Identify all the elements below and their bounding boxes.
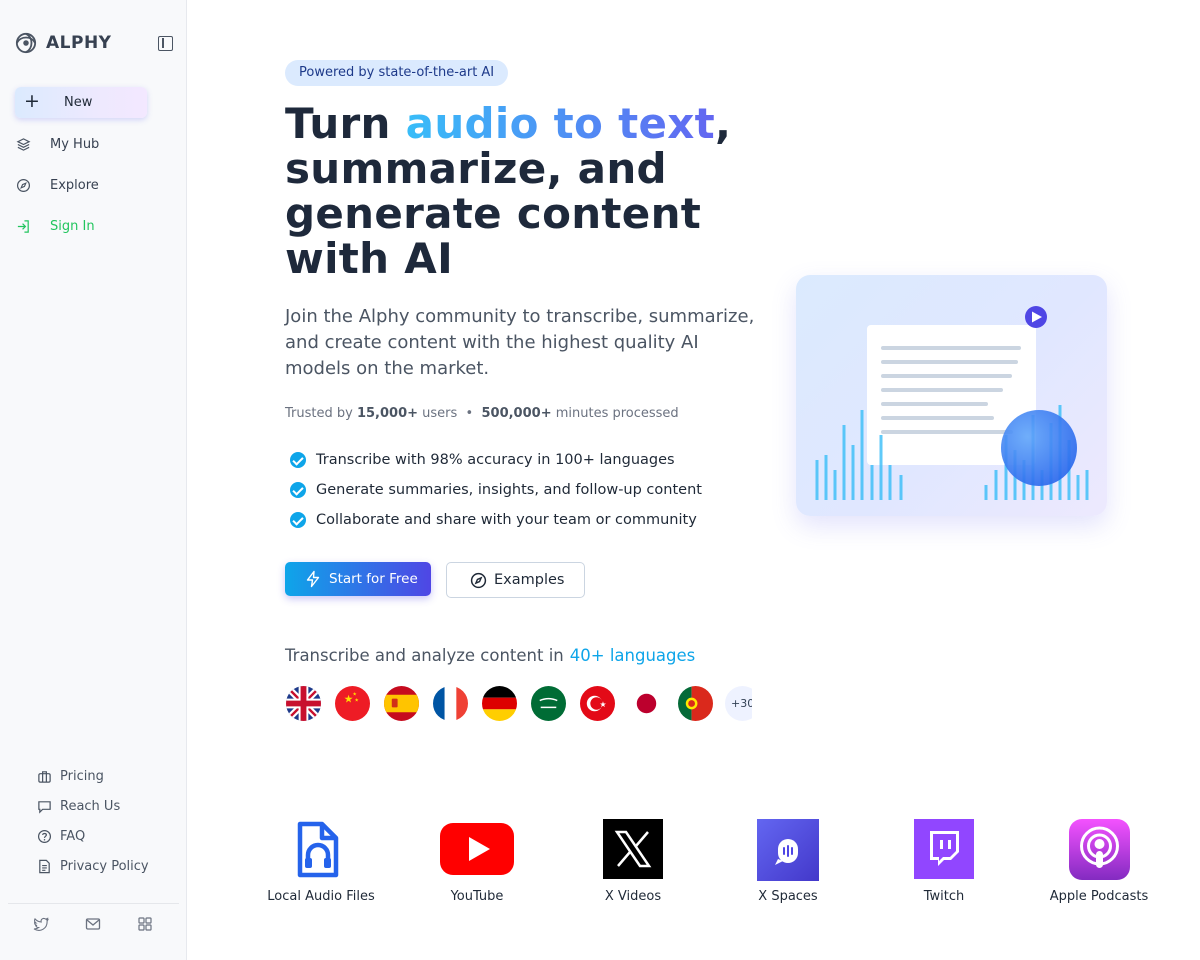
feature-list: Transcribe with 98% accuracy in 100+ lan… <box>290 450 702 540</box>
minutes-label: minutes processed <box>551 406 679 421</box>
briefcase-icon <box>38 771 51 783</box>
stats-separator: • <box>465 406 474 421</box>
question-icon <box>37 829 52 844</box>
sidebar-item-label: My Hub <box>50 136 100 152</box>
hero-subtext: Join the Alphy community to transcribe, … <box>285 306 755 379</box>
start-for-free-button[interactable]: Start for Free <box>285 562 431 596</box>
layers-icon <box>16 137 31 151</box>
sidebar-divider <box>8 903 179 904</box>
check-icon <box>290 482 306 498</box>
brand-name: ALPHY <box>46 33 112 53</box>
sidebar-item-sign-in[interactable]: Sign In <box>16 216 95 236</box>
twitter-icon[interactable] <box>33 916 49 932</box>
source-label: Apple Podcasts <box>1049 889 1149 904</box>
plus-icon: + <box>24 90 40 112</box>
sidebar: ALPHY + New My Hub Explore Sign In Prici… <box>0 0 187 960</box>
twitch-icon <box>914 819 974 879</box>
sidebar-item-label: Sign In <box>50 218 95 234</box>
sidebar-link-label: Privacy Policy <box>60 859 149 874</box>
feature-label: Generate summaries, insights, and follow… <box>316 482 702 498</box>
source-label: Local Audio Files <box>267 889 375 904</box>
france-flag <box>433 686 468 721</box>
more-languages-badge[interactable]: +30 <box>725 686 752 721</box>
new-button-label: New <box>64 95 93 110</box>
germany-flag <box>482 686 517 721</box>
x-spaces-mic-icon <box>757 819 819 881</box>
uk-flag <box>286 686 321 721</box>
lightning-icon <box>306 570 320 588</box>
hero-illustration <box>796 275 1107 516</box>
trusted-stats: Trusted by 15,000+ users • 500,000+ minu… <box>285 406 679 421</box>
japan-flag <box>629 686 664 721</box>
language-flags: ★ ★ ★ ★ +30 <box>286 686 752 722</box>
source-label: YouTube <box>450 889 504 904</box>
sidebar-link-faq[interactable]: FAQ <box>37 829 85 844</box>
spain-flag <box>384 686 419 721</box>
svg-text:★: ★ <box>354 698 359 704</box>
sign-in-icon <box>17 219 29 233</box>
languages-line: Transcribe and analyze content in 40+ lan… <box>285 646 695 665</box>
examples-button[interactable]: Examples <box>446 562 585 598</box>
source-label: X Spaces <box>758 889 818 904</box>
apps-icon[interactable] <box>137 916 153 932</box>
source-label: Twitch <box>923 889 965 904</box>
sidebar-link-label: Pricing <box>60 769 104 784</box>
svg-text:★: ★ <box>599 700 606 709</box>
new-button[interactable]: + New <box>15 87 147 118</box>
examples-label: Examples <box>494 572 565 588</box>
saudi-flag <box>531 686 566 721</box>
feature-item: Transcribe with 98% accuracy in 100+ lan… <box>290 450 702 470</box>
sidebar-link-label: FAQ <box>60 829 86 844</box>
trusted-prefix: Trusted by <box>285 406 357 421</box>
feature-item: Collaborate and share with your team or … <box>290 510 702 530</box>
youtube-icon <box>440 823 514 875</box>
feature-label: Transcribe with 98% accuracy in 100+ lan… <box>316 452 675 468</box>
ai-badge: Powered by state-of-the-art AI <box>285 60 509 86</box>
users-label: users <box>418 406 458 421</box>
headline-highlight: audio to text <box>405 99 716 148</box>
sidebar-link-label: Reach Us <box>60 799 121 814</box>
document-icon <box>39 859 50 874</box>
source-label: X Videos <box>604 889 662 904</box>
languages-intro: Transcribe and analyze content in <box>285 646 564 665</box>
minutes-count: 500,000+ <box>481 406 552 421</box>
sidebar-item-explore[interactable]: Explore <box>16 175 99 195</box>
start-for-free-label: Start for Free <box>329 571 418 587</box>
compass-icon <box>16 178 31 192</box>
audio-file-icon <box>297 821 339 878</box>
transcript-illustration <box>815 306 1089 500</box>
headline-pre: Turn <box>285 99 406 148</box>
headline: Turn audio to text, summarize, and gener… <box>285 101 785 281</box>
alphy-logo-icon <box>15 32 37 54</box>
turkey-flag: ★ <box>580 686 615 721</box>
sidebar-link-pricing[interactable]: Pricing <box>37 769 104 784</box>
check-icon <box>290 512 306 528</box>
feature-label: Collaborate and share with your team or … <box>316 512 697 528</box>
brand[interactable]: ALPHY <box>15 32 112 54</box>
apple-podcasts-icon <box>1069 819 1130 880</box>
x-logo-icon <box>603 819 663 879</box>
languages-highlight[interactable]: 40+ languages <box>570 646 695 665</box>
china-flag: ★ ★ ★ <box>335 686 370 721</box>
sidebar-link-reach-us[interactable]: Reach Us <box>37 799 120 814</box>
collapse-sidebar-icon[interactable] <box>158 36 173 51</box>
feature-item: Generate summaries, insights, and follow… <box>290 480 702 500</box>
check-icon <box>290 452 306 468</box>
mail-icon[interactable] <box>85 916 101 932</box>
message-icon <box>38 801 51 814</box>
compass-icon <box>470 572 487 589</box>
users-count: 15,000+ <box>356 406 419 421</box>
sidebar-item-my-hub[interactable]: My Hub <box>16 134 99 154</box>
portugal-flag <box>678 686 713 721</box>
sidebar-item-label: Explore <box>50 177 99 193</box>
sidebar-link-privacy-policy[interactable]: Privacy Policy <box>37 859 149 874</box>
